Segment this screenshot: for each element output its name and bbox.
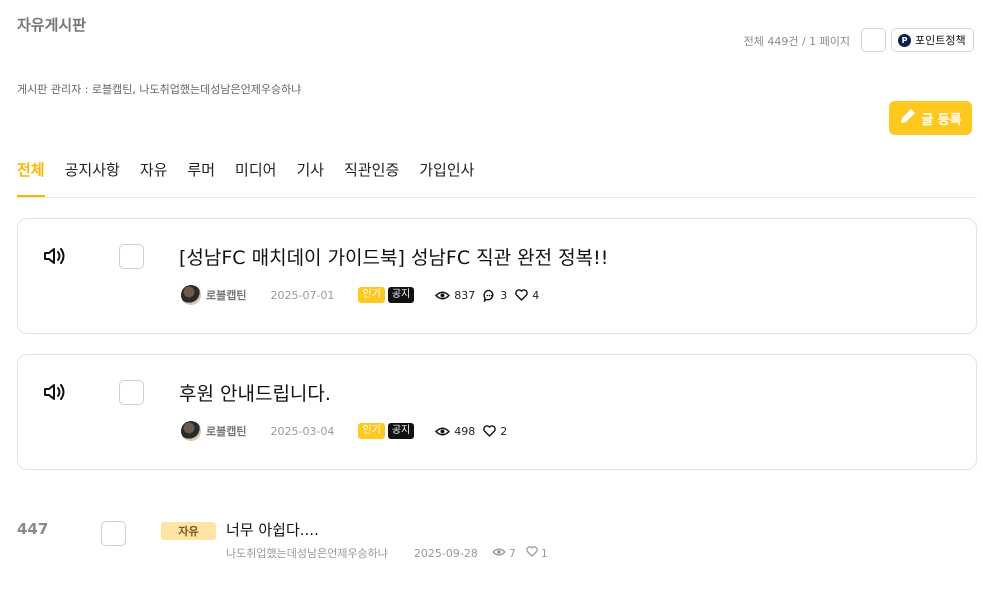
like-count: 1 xyxy=(526,546,548,560)
category-badge: 자유 xyxy=(161,522,216,540)
post-checkbox[interactable] xyxy=(119,380,144,405)
view-count: 837 xyxy=(435,289,475,302)
empty-action-button[interactable] xyxy=(861,28,886,52)
notice-title[interactable]: 후원 안내드립니다. xyxy=(179,379,331,406)
post-checkbox[interactable] xyxy=(101,521,126,546)
comment-count: 3 xyxy=(483,289,507,302)
point-policy-button[interactable]: P 포인트정책 xyxy=(891,28,974,52)
hot-badge: 인기 xyxy=(358,423,385,439)
eye-icon xyxy=(435,290,451,301)
like-count: 4 xyxy=(515,289,539,302)
comment-icon xyxy=(483,289,496,302)
category-tabs: 전체 공지사항 자유 루머 미디어 기사 직관인증 가입인사 xyxy=(17,156,977,198)
view-count: 7 xyxy=(491,546,516,560)
post-meta: 나도취업했는데성남은언제우승하냐 2025-09-28 7 1 xyxy=(226,545,558,561)
post-date: 2025-03-04 xyxy=(270,424,335,438)
write-post-button[interactable]: 글 등록 xyxy=(889,101,972,135)
speaker-icon xyxy=(43,246,69,266)
like-count-value: 2 xyxy=(500,424,508,438)
eye-icon xyxy=(491,547,506,560)
notice-card[interactable]: 후원 안내드립니다. 로블캡틴 2025-03-04 인기 공지 498 2 xyxy=(17,354,977,470)
tab-rumor[interactable]: 루머 xyxy=(187,156,215,197)
point-icon: P xyxy=(898,33,911,47)
notice-card[interactable]: [성남FC 매치데이 가이드북] 성남FC 직관 완전 정복!! 로블캡틴 20… xyxy=(17,218,977,334)
tab-all[interactable]: 전체 xyxy=(17,156,45,197)
author-name[interactable]: 로블캡틴 xyxy=(206,423,246,439)
tab-greetings[interactable]: 가입인사 xyxy=(419,156,474,197)
pencil-icon xyxy=(899,107,917,129)
tab-media[interactable]: 미디어 xyxy=(235,156,276,197)
author-name[interactable]: 로블캡틴 xyxy=(206,287,246,303)
speaker-icon xyxy=(43,382,69,402)
notice-meta: 로블캡틴 2025-03-04 인기 공지 498 2 xyxy=(181,421,507,441)
post-date: 2025-07-01 xyxy=(270,288,335,302)
comment-count-value: 3 xyxy=(500,288,508,302)
author-name[interactable]: 나도취업했는데성남은언제우승하냐 xyxy=(226,545,388,561)
post-title[interactable]: 너무 아쉽다.... xyxy=(226,519,319,540)
post-number: 447 xyxy=(17,520,49,538)
notice-badge: 공지 xyxy=(387,287,415,303)
notice-title[interactable]: [성남FC 매치데이 가이드북] 성남FC 직관 완전 정복!! xyxy=(179,243,608,270)
post-date: 2025-09-28 xyxy=(413,546,478,560)
hot-badge: 인기 xyxy=(358,287,385,303)
tab-match-proof[interactable]: 직관인증 xyxy=(344,156,399,197)
heart-icon xyxy=(526,546,538,560)
notice-badge: 공지 xyxy=(387,423,415,439)
view-count-value: 498 xyxy=(454,424,476,438)
notice-meta: 로블캡틴 2025-07-01 인기 공지 837 3 4 xyxy=(181,285,539,305)
eye-icon xyxy=(435,426,451,437)
board-admins: 게시판 관리자 : 로블캡틴, 나도취업했는데성남은언제우승하냐 xyxy=(17,83,302,96)
write-post-label: 글 등록 xyxy=(921,112,962,128)
like-count-value: 4 xyxy=(532,288,540,302)
tab-news[interactable]: 기사 xyxy=(296,156,324,197)
heart-icon xyxy=(483,425,497,437)
avatar xyxy=(181,421,201,441)
post-checkbox[interactable] xyxy=(119,244,144,269)
view-count: 498 xyxy=(435,425,475,438)
tab-notice[interactable]: 공지사항 xyxy=(65,156,120,197)
point-policy-label: 포인트정책 xyxy=(915,34,966,47)
tab-free[interactable]: 자유 xyxy=(140,156,168,197)
like-count-value: 1 xyxy=(540,546,548,560)
post-row[interactable]: 447 자유 너무 아쉽다.... 나도취업했는데성남은언제우승하냐 2025-… xyxy=(17,510,977,570)
heart-icon xyxy=(515,289,529,301)
avatar xyxy=(181,285,201,305)
board-title: 자유게시판 xyxy=(17,16,87,34)
post-count: 전체 449건 / 1 페이지 xyxy=(743,35,850,48)
view-count-value: 7 xyxy=(508,546,516,560)
like-count: 2 xyxy=(483,425,507,438)
view-count-value: 837 xyxy=(454,288,476,302)
